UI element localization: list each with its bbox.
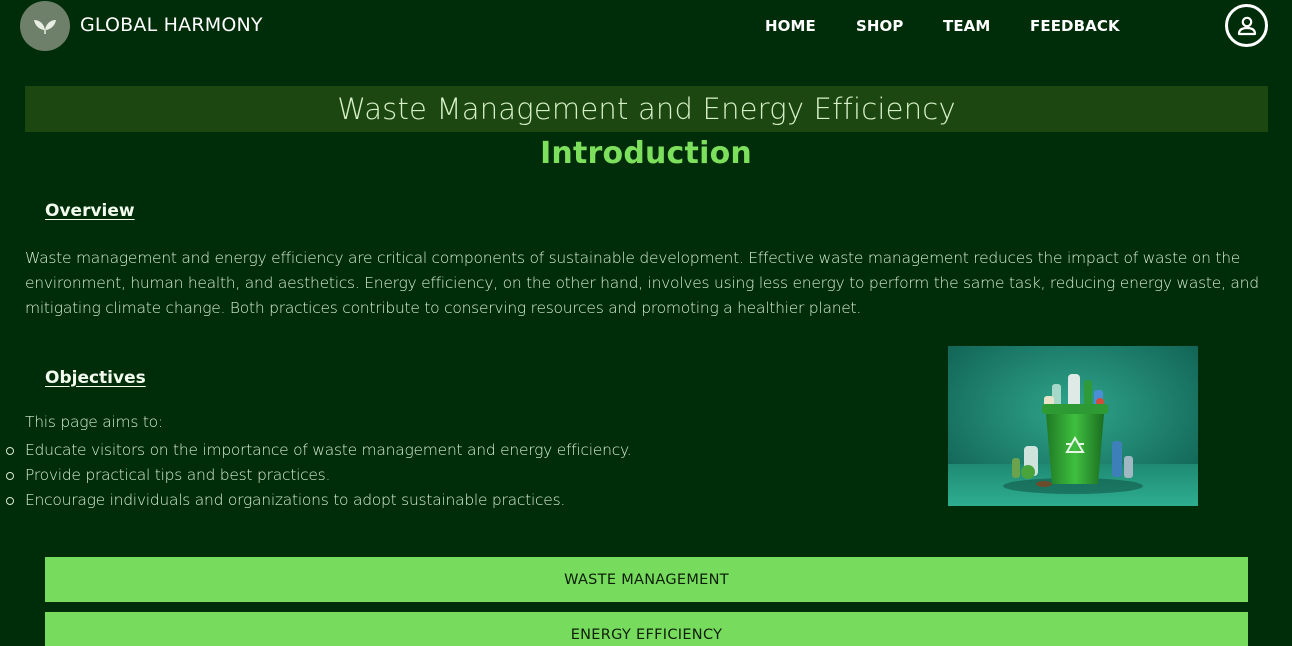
user-profile-icon[interactable] — [1225, 4, 1268, 47]
nav-team-link[interactable]: TEAM — [943, 17, 990, 35]
page: GLOBAL HARMONY HOME SHOP TEAM FEEDBACK W… — [0, 0, 1292, 646]
objectives-intro: This page aims to: — [25, 413, 163, 431]
recycling-bin-image — [948, 346, 1198, 506]
title-band: Waste Management and Energy Efficiency — [25, 86, 1268, 132]
overview-text: Waste management and energy efficiency a… — [25, 249, 1259, 317]
list-item: Educate visitors on the importance of wa… — [5, 438, 632, 463]
waste-management-button[interactable]: WASTE MANAGEMENT — [45, 557, 1248, 602]
objectives-heading: Objectives — [45, 368, 146, 388]
brand-name[interactable]: GLOBAL HARMONY — [80, 14, 263, 36]
nav-shop-link[interactable]: SHOP — [856, 17, 904, 35]
leaf-logo-icon[interactable] — [20, 1, 70, 51]
overview-heading: Overview — [45, 201, 135, 221]
page-subtitle: Introduction — [540, 136, 752, 171]
nav-feedback-link[interactable]: FEEDBACK — [1030, 17, 1120, 35]
list-item: Provide practical tips and best practice… — [5, 463, 631, 488]
list-item: Encourage individuals and organizations … — [5, 488, 631, 513]
nav-home-link[interactable]: HOME — [765, 17, 816, 35]
site-header: GLOBAL HARMONY HOME SHOP TEAM FEEDBACK — [0, 0, 1292, 54]
page-title: Waste Management and Energy Efficiency — [337, 92, 956, 126]
energy-efficiency-button[interactable]: ENERGY EFFICIENCY — [45, 612, 1248, 646]
objectives-list: Educate visitors on the importance of wa… — [5, 438, 632, 513]
